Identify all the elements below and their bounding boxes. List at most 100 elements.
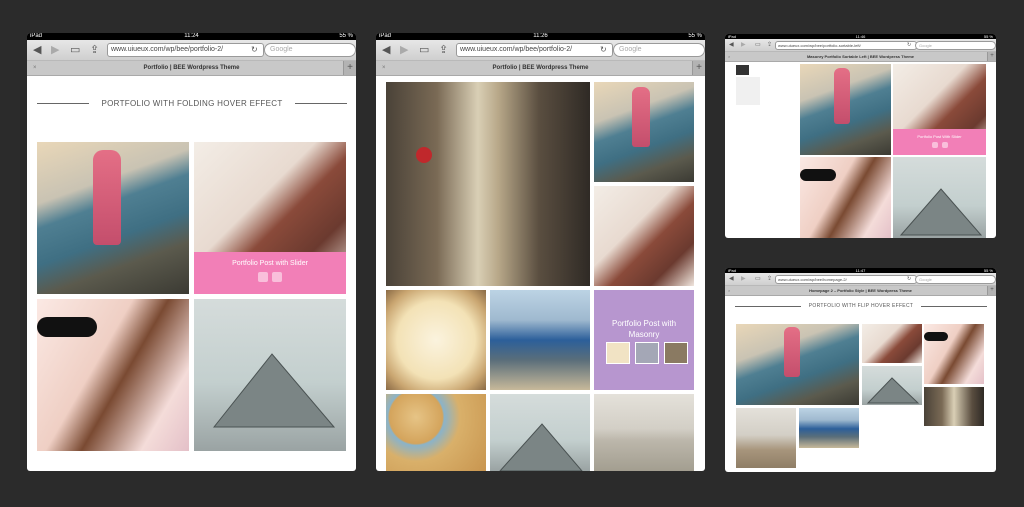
share-icon[interactable]: ⇪ (767, 273, 772, 285)
share-icon[interactable]: ⇪ (90, 40, 99, 60)
overlay-title: Portfolio Post with Masonry (611, 319, 677, 339)
plus-icon[interactable]: + (692, 61, 705, 75)
pyramid-graphic (899, 188, 983, 236)
zoom-icon[interactable] (931, 142, 938, 148)
reload-icon[interactable]: ↻ (907, 39, 911, 51)
bookmarks-icon[interactable]: ▭ (419, 40, 429, 60)
bookmarks-icon[interactable]: ▭ (755, 273, 761, 285)
portfolio-image-hair[interactable] (862, 324, 922, 363)
battery-level: 55 % (688, 33, 702, 39)
search-placeholder: Google (919, 43, 932, 48)
forward-arrow-icon[interactable]: ▶ (741, 273, 746, 285)
tab-title[interactable]: Portfolio | BEE Wordpress Theme (493, 65, 589, 71)
reload-icon[interactable]: ↻ (251, 40, 258, 60)
tab-title[interactable]: Masonry Portfolio Sortable Left | BEE Wo… (807, 54, 914, 59)
back-arrow-icon[interactable]: ◀ (382, 40, 390, 60)
portfolio-image-hair[interactable]: Portfolio Post with Slider (194, 142, 346, 294)
section-heading: PORTFOLIO WITH FOLDING HOVER EFFECT (37, 97, 347, 109)
ipad-screen-4: iPad 11:47 55 % ◀ ▶ ▭ ⇪ www.uiueux.com/w… (725, 268, 996, 472)
portfolio-image-hair[interactable]: Portfolio Post With Slider (893, 64, 986, 155)
portfolio-image-sunglasses[interactable] (924, 324, 984, 384)
back-arrow-icon[interactable]: ◀ (729, 39, 734, 51)
close-icon[interactable]: × (382, 61, 386, 75)
thumbnail-3[interactable] (664, 342, 688, 364)
status-time: 11:24 (184, 33, 199, 39)
search-field[interactable]: Google (915, 275, 996, 284)
forward-arrow-icon[interactable]: ▶ (741, 39, 746, 51)
pyramid-graphic (866, 377, 920, 404)
browser-toolbar: ◀ ▶ ▭ ⇪ www.uiueux.com/wp/bee/portfolio-… (27, 40, 356, 61)
portfolio-image-louvre[interactable] (490, 394, 590, 471)
pyramid-graphic (499, 423, 583, 471)
portfolio-image-beach[interactable] (736, 408, 796, 468)
search-placeholder: Google (270, 46, 293, 53)
portfolio-image-coast[interactable] (799, 408, 859, 448)
url-field[interactable]: www.uiueux.com/wp/bee/portfolio-2/ (456, 43, 613, 57)
share-icon[interactable]: ⇪ (767, 39, 772, 51)
forward-arrow-icon[interactable]: ▶ (400, 40, 408, 60)
zoom-icon[interactable] (258, 272, 268, 282)
hover-overlay[interactable]: Portfolio Post with Slider (194, 252, 346, 294)
url-text: www.uiueux.com/wp/bee/portfolio-2/ (460, 46, 573, 53)
portfolio-image-sunglasses[interactable] (37, 299, 189, 451)
reload-icon[interactable]: ↻ (600, 40, 607, 60)
portfolio-image-pier[interactable] (800, 64, 891, 155)
portfolio-image-masonry-overlay[interactable]: Portfolio Post with Masonry (594, 290, 694, 390)
portfolio-image-louvre[interactable] (194, 299, 346, 451)
hover-overlay[interactable]: Portfolio Post With Slider (893, 129, 986, 155)
portfolio-image-hair[interactable] (594, 186, 694, 286)
portfolio-image-beach[interactable] (594, 394, 694, 471)
filter-list[interactable] (736, 77, 760, 105)
overlay-title: Portfolio Post with Slider (232, 260, 308, 267)
link-icon[interactable] (941, 142, 948, 148)
search-placeholder: Google (919, 277, 932, 282)
portfolio-image-coast[interactable] (490, 290, 590, 390)
heading-text: PORTFOLIO WITH FOLDING HOVER EFFECT (101, 98, 283, 108)
search-field[interactable]: Google (915, 41, 996, 50)
thumbnail-1[interactable] (606, 342, 630, 364)
search-field[interactable]: Google (264, 43, 356, 57)
close-icon[interactable]: × (728, 286, 730, 295)
browser-toolbar: ◀ ▶ ▭ ⇪ www.uiueux.com/wp/bee/portfolio-… (725, 39, 996, 52)
url-text: www.uiueux.com/wp/bee/portfolio-sortable… (778, 43, 861, 48)
portfolio-image-cake[interactable] (386, 290, 486, 390)
browser-toolbar: ◀ ▶ ▭ ⇪ www.uiueux.com/wp/bee/portfolio-… (376, 40, 705, 61)
tab-title[interactable]: Homepage 2 – Portfolio Style | BEE Wordp… (809, 288, 912, 293)
bookmarks-icon[interactable]: ▭ (755, 39, 761, 51)
portfolio-image-paris-street[interactable] (924, 387, 984, 426)
road-sign-icon (416, 147, 432, 163)
tab-bar: × Portfolio | BEE Wordpress Theme + (376, 61, 705, 76)
plus-icon[interactable]: + (343, 61, 356, 75)
url-text: www.uiueux.com/wp/bee/homepage-2/ (778, 277, 847, 282)
close-icon[interactable]: × (728, 52, 730, 61)
url-field[interactable]: www.uiueux.com/wp/bee/portfolio-2/ (107, 43, 264, 57)
portfolio-image-pier[interactable] (594, 82, 694, 182)
link-icon[interactable] (272, 272, 282, 282)
url-text: www.uiueux.com/wp/bee/portfolio-2/ (111, 46, 224, 53)
close-icon[interactable]: × (33, 61, 37, 75)
portfolio-image-paris-street[interactable] (386, 82, 590, 286)
tab-bar: × Portfolio | BEE Wordpress Theme + (27, 61, 356, 76)
url-field[interactable]: www.uiueux.com/wp/bee/homepage-2/ (775, 275, 917, 284)
tab-title[interactable]: Portfolio | BEE Wordpress Theme (144, 65, 240, 71)
filter-toggle-button[interactable] (736, 65, 749, 75)
back-arrow-icon[interactable]: ◀ (33, 40, 41, 60)
forward-arrow-icon[interactable]: ▶ (51, 40, 59, 60)
status-bar: iPad 11:24 55 % (27, 33, 356, 40)
share-icon[interactable]: ⇪ (439, 40, 448, 60)
portfolio-image-sunglasses[interactable] (800, 157, 891, 238)
portfolio-image-pier[interactable] (736, 324, 859, 405)
plus-icon[interactable]: + (987, 286, 996, 295)
heading-text: PORTFOLIO WITH FLIP HOVER EFFECT (808, 303, 914, 309)
reload-icon[interactable]: ↻ (907, 273, 911, 285)
url-field[interactable]: www.uiueux.com/wp/bee/portfolio-sortable… (775, 41, 917, 50)
thumbnail-2[interactable] (635, 342, 659, 364)
back-arrow-icon[interactable]: ◀ (729, 273, 734, 285)
search-field[interactable]: Google (613, 43, 705, 57)
portfolio-image-louvre[interactable] (862, 366, 922, 405)
portfolio-image-louvre[interactable] (893, 157, 986, 238)
plus-icon[interactable]: + (987, 52, 996, 61)
portfolio-image-pier[interactable] (37, 142, 189, 294)
bookmarks-icon[interactable]: ▭ (70, 40, 80, 60)
portfolio-image-cookies[interactable] (386, 394, 486, 471)
